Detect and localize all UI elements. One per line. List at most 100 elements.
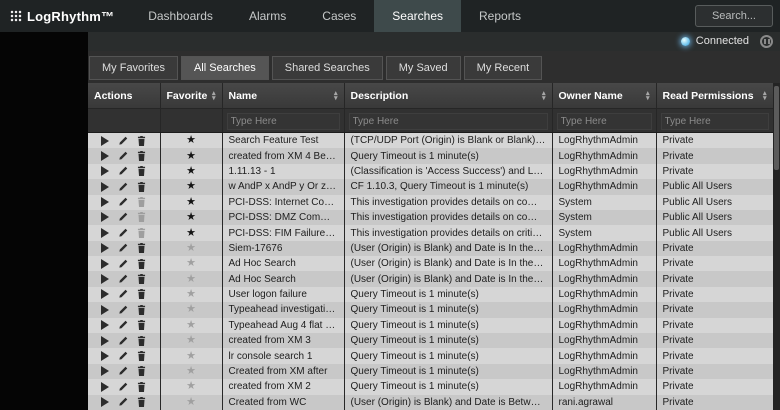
edit-search-icon[interactable] bbox=[118, 320, 128, 330]
sort-arrows-icon[interactable]: ▴▾ bbox=[763, 91, 767, 101]
delete-search-icon[interactable] bbox=[137, 228, 146, 238]
delete-search-icon[interactable] bbox=[137, 212, 146, 222]
run-search-icon[interactable] bbox=[101, 243, 109, 253]
favorite-star-icon[interactable]: ★ bbox=[186, 242, 196, 254]
tab-all-searches[interactable]: All Searches bbox=[181, 56, 269, 80]
sort-arrows-icon[interactable]: ▴▾ bbox=[212, 91, 216, 101]
tab-my-recent[interactable]: My Recent bbox=[464, 56, 543, 80]
run-search-icon[interactable] bbox=[101, 259, 109, 269]
edit-search-icon[interactable] bbox=[118, 182, 128, 192]
scrollbar-thumb[interactable] bbox=[774, 86, 779, 170]
edit-search-icon[interactable] bbox=[118, 366, 128, 376]
run-search-icon[interactable] bbox=[101, 397, 109, 407]
favorite-star-icon[interactable]: ★ bbox=[186, 288, 196, 300]
delete-search-icon[interactable] bbox=[137, 382, 146, 392]
vertical-scrollbar[interactable] bbox=[773, 83, 780, 410]
delete-search-icon[interactable] bbox=[137, 320, 146, 330]
column-header-owner-name[interactable]: Owner Name ▴▾ bbox=[552, 83, 656, 109]
favorite-star-icon[interactable]: ★ bbox=[186, 365, 196, 377]
tab-my-saved[interactable]: My Saved bbox=[386, 56, 461, 80]
run-search-icon[interactable] bbox=[101, 166, 109, 176]
delete-search-icon[interactable] bbox=[137, 136, 146, 146]
run-search-icon[interactable] bbox=[101, 182, 109, 192]
edit-search-icon[interactable] bbox=[118, 243, 128, 253]
favorite-star-icon[interactable]: ★ bbox=[186, 227, 196, 239]
edit-search-icon[interactable] bbox=[118, 166, 128, 176]
delete-search-icon[interactable] bbox=[137, 166, 146, 176]
column-header-name[interactable]: Name ▴▾ bbox=[222, 83, 344, 109]
run-search-icon[interactable] bbox=[101, 274, 109, 284]
favorite-star-icon[interactable]: ★ bbox=[186, 165, 196, 177]
edit-search-icon[interactable] bbox=[118, 259, 128, 269]
tab-shared-searches[interactable]: Shared Searches bbox=[272, 56, 383, 80]
run-search-icon[interactable] bbox=[101, 197, 109, 207]
edit-search-icon[interactable] bbox=[118, 305, 128, 315]
delete-search-icon[interactable] bbox=[137, 351, 146, 361]
favorite-star-icon[interactable]: ★ bbox=[186, 150, 196, 162]
sort-arrows-icon[interactable]: ▴▾ bbox=[334, 91, 338, 101]
run-search-icon[interactable] bbox=[101, 212, 109, 222]
edit-search-icon[interactable] bbox=[118, 382, 128, 392]
run-search-icon[interactable] bbox=[101, 366, 109, 376]
delete-search-icon[interactable] bbox=[137, 289, 146, 299]
edit-search-icon[interactable] bbox=[118, 397, 128, 407]
favorite-star-icon[interactable]: ★ bbox=[186, 273, 196, 285]
delete-search-icon[interactable] bbox=[137, 151, 146, 161]
edit-search-icon[interactable] bbox=[118, 336, 128, 346]
favorite-star-icon[interactable]: ★ bbox=[186, 180, 196, 192]
edit-search-icon[interactable] bbox=[118, 228, 128, 238]
run-search-icon[interactable] bbox=[101, 336, 109, 346]
edit-search-icon[interactable] bbox=[118, 274, 128, 284]
filter-input-name[interactable] bbox=[227, 113, 340, 130]
favorite-star-icon[interactable]: ★ bbox=[186, 380, 196, 392]
delete-search-icon[interactable] bbox=[137, 197, 146, 207]
run-search-icon[interactable] bbox=[101, 305, 109, 315]
nav-tab-dashboards[interactable]: Dashboards bbox=[130, 0, 231, 32]
run-search-icon[interactable] bbox=[101, 151, 109, 161]
nav-tab-searches[interactable]: Searches bbox=[374, 0, 461, 32]
favorite-star-icon[interactable]: ★ bbox=[186, 196, 196, 208]
delete-search-icon[interactable] bbox=[137, 397, 146, 407]
filter-input-read-permissions[interactable] bbox=[661, 113, 769, 130]
favorite-star-icon[interactable]: ★ bbox=[186, 257, 196, 269]
edit-search-icon[interactable] bbox=[118, 289, 128, 299]
column-header-read-permissions[interactable]: Read Permissions ▴▾ bbox=[656, 83, 773, 109]
edit-search-icon[interactable] bbox=[118, 151, 128, 161]
column-header-favorite[interactable]: Favorite ▴▾ bbox=[160, 83, 222, 109]
global-search-button[interactable]: Search... bbox=[695, 5, 773, 27]
sort-arrows-icon[interactable]: ▴▾ bbox=[646, 91, 650, 101]
favorite-star-icon[interactable]: ★ bbox=[186, 334, 196, 346]
favorite-star-icon[interactable]: ★ bbox=[186, 211, 196, 223]
nav-tab-reports[interactable]: Reports bbox=[461, 0, 539, 32]
sort-arrows-icon[interactable]: ▴▾ bbox=[542, 91, 546, 101]
delete-search-icon[interactable] bbox=[137, 274, 146, 284]
delete-search-icon[interactable] bbox=[137, 182, 146, 192]
run-search-icon[interactable] bbox=[101, 228, 109, 238]
tab-my-favorites[interactable]: My Favorites bbox=[89, 56, 178, 80]
run-search-icon[interactable] bbox=[101, 382, 109, 392]
filter-input-owner-name[interactable] bbox=[557, 113, 652, 130]
pause-live-updates-button[interactable] bbox=[760, 35, 773, 48]
nav-tab-alarms[interactable]: Alarms bbox=[231, 0, 304, 32]
delete-search-icon[interactable] bbox=[137, 305, 146, 315]
edit-search-icon[interactable] bbox=[118, 212, 128, 222]
delete-search-icon[interactable] bbox=[137, 259, 146, 269]
favorite-star-icon[interactable]: ★ bbox=[186, 319, 196, 331]
favorite-star-icon[interactable]: ★ bbox=[186, 350, 196, 362]
edit-search-icon[interactable] bbox=[118, 136, 128, 146]
run-search-icon[interactable] bbox=[101, 136, 109, 146]
filter-input-description[interactable] bbox=[349, 113, 548, 130]
nav-tab-cases[interactable]: Cases bbox=[304, 0, 374, 32]
favorite-star-icon[interactable]: ★ bbox=[186, 134, 196, 146]
run-search-icon[interactable] bbox=[101, 320, 109, 330]
delete-search-icon[interactable] bbox=[137, 366, 146, 376]
column-header-description[interactable]: Description ▴▾ bbox=[344, 83, 552, 109]
run-search-icon[interactable] bbox=[101, 289, 109, 299]
edit-search-icon[interactable] bbox=[118, 351, 128, 361]
favorite-star-icon[interactable]: ★ bbox=[186, 303, 196, 315]
delete-search-icon[interactable] bbox=[137, 336, 146, 346]
delete-search-icon[interactable] bbox=[137, 243, 146, 253]
favorite-star-icon[interactable]: ★ bbox=[186, 396, 196, 408]
edit-search-icon[interactable] bbox=[118, 197, 128, 207]
run-search-icon[interactable] bbox=[101, 351, 109, 361]
